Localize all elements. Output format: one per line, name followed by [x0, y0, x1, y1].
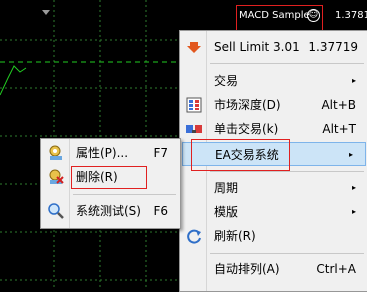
- menu-item-label: 属性(P)...: [76, 146, 129, 160]
- expert-advisor-submenu: 属性(P)... F7 删除(R) 系统测试(S) F6: [40, 138, 181, 229]
- menu-item-properties[interactable]: 属性(P)... F7: [41, 141, 182, 165]
- menu-item-shortcut: Ctrl+A: [316, 262, 356, 276]
- sell-arrow-icon: [185, 38, 203, 56]
- one-click-trading-icon: [185, 120, 203, 138]
- menu-item-timeframe[interactable]: 周期 ▸: [180, 176, 367, 200]
- grid-scroll-marker-icon: [42, 10, 50, 15]
- strategy-tester-icon: [47, 202, 65, 220]
- submenu-arrow-icon: ▸: [351, 76, 356, 85]
- menu-separator: [210, 63, 364, 64]
- menu-item-label: 周期: [214, 181, 239, 195]
- menu-item-label: 刷新(R): [214, 229, 256, 243]
- menu-item-price: 1.37719: [308, 40, 358, 54]
- menu-item-auto-arrange[interactable]: 自动排列(A) Ctrl+A: [180, 257, 367, 281]
- submenu-arrow-icon: ▸: [348, 150, 353, 159]
- annotation-box-ea: [236, 5, 323, 31]
- menu-item-shortcut: F7: [153, 146, 168, 160]
- menu-separator: [73, 194, 176, 195]
- delete-icon: [47, 168, 65, 186]
- market-depth-icon: [185, 96, 203, 114]
- menu-item-refresh[interactable]: 刷新(R): [180, 224, 367, 248]
- menu-item-strategy-tester[interactable]: 系统测试(S) F6: [41, 199, 182, 223]
- menu-item-trade[interactable]: 交易 ▸: [180, 69, 367, 93]
- menu-item-label: 系统测试(S): [76, 204, 141, 218]
- menu-item-label: 交易: [214, 74, 239, 88]
- menu-item-shortcut: Alt+B: [321, 98, 356, 112]
- refresh-icon: [185, 227, 203, 245]
- annotation-box-delete: [71, 166, 147, 189]
- annotation-box-ea-menu: [191, 139, 290, 171]
- menu-item-label: 自动排列(A): [214, 262, 280, 276]
- bid-price-label: 1.37810: [335, 10, 367, 21]
- menu-separator: [210, 253, 364, 254]
- price-line: [0, 65, 27, 96]
- menu-item-sell-limit[interactable]: Sell Limit 3.01 1.37719: [180, 35, 367, 59]
- submenu-arrow-icon: ▸: [351, 207, 356, 216]
- menu-item-market-depth[interactable]: 市场深度(D) Alt+B: [180, 93, 367, 117]
- menu-item-shortcut: Alt+T: [322, 122, 356, 136]
- menu-item-label: 模版: [214, 205, 239, 219]
- menu-item-shortcut: F6: [153, 204, 168, 218]
- menu-item-label: 市场深度(D): [214, 98, 281, 112]
- submenu-arrow-icon: ▸: [351, 183, 356, 192]
- menu-separator: [210, 171, 364, 172]
- menu-item-one-click-trading[interactable]: 单击交易(k) Alt+T: [180, 117, 367, 141]
- menu-item-label: Sell Limit 3.01: [214, 40, 300, 54]
- menu-item-template[interactable]: 模版 ▸: [180, 200, 367, 224]
- properties-icon: [47, 144, 65, 162]
- menu-item-label: 单击交易(k): [214, 122, 279, 136]
